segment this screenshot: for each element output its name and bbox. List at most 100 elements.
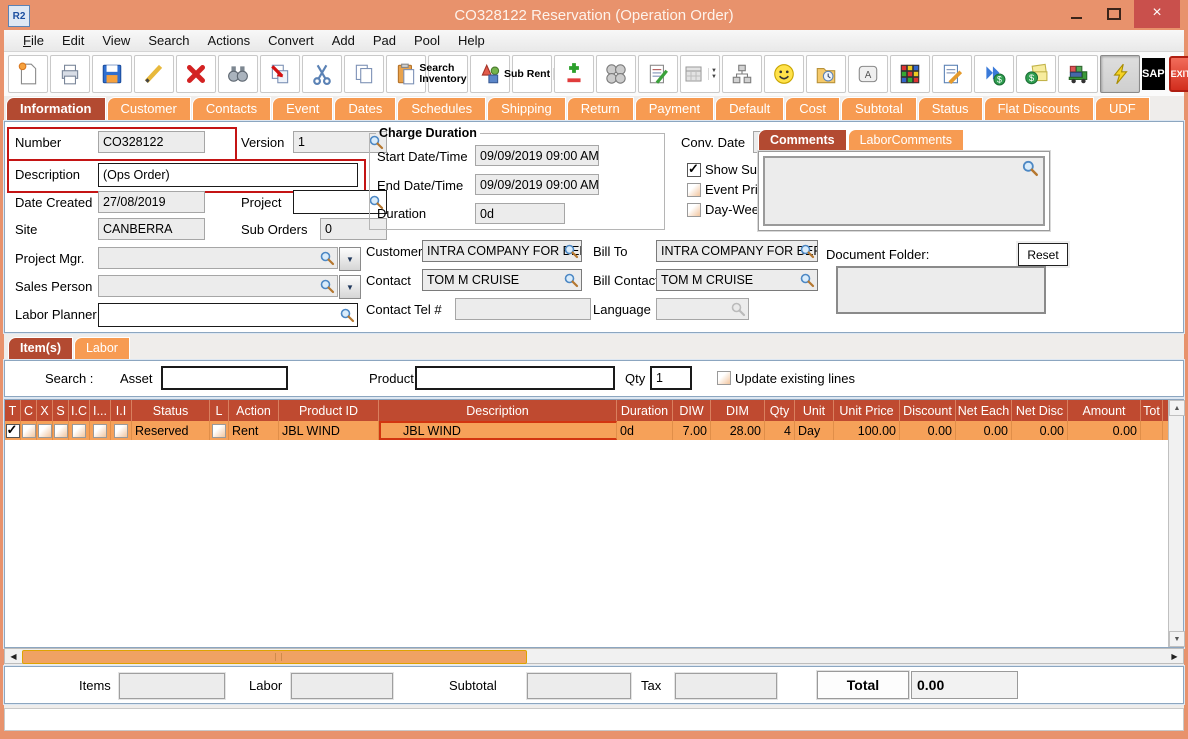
sap-button[interactable]: SAP xyxy=(1142,58,1165,90)
minimize-button[interactable] xyxy=(1060,0,1092,28)
menu-convert[interactable]: Convert xyxy=(259,33,323,48)
tab-items[interactable]: Item(s) xyxy=(8,337,73,360)
total-button[interactable]: Total xyxy=(817,671,909,699)
truck-button[interactable] xyxy=(1058,55,1098,93)
row-ii-checkbox[interactable] xyxy=(114,424,128,438)
tab-customer[interactable]: Customer xyxy=(107,97,191,121)
menu-edit[interactable]: Edit xyxy=(53,33,93,48)
tab-schedules[interactable]: Schedules xyxy=(397,97,486,121)
sub-rent-button[interactable]: Sub Rent xyxy=(512,55,552,93)
scrollbar-thumb[interactable] xyxy=(22,650,527,664)
folder-clock-button[interactable] xyxy=(806,55,846,93)
project-mgr-dropdown[interactable] xyxy=(339,247,361,271)
labor-planner-search-icon[interactable] xyxy=(339,307,355,323)
cut-button[interactable] xyxy=(302,55,342,93)
lightning-button[interactable] xyxy=(1100,55,1140,93)
col-ic[interactable]: I.C xyxy=(69,400,90,421)
bill-to-search-icon[interactable] xyxy=(799,243,815,259)
menu-help[interactable]: Help xyxy=(449,33,494,48)
customer-search-icon[interactable] xyxy=(563,243,579,259)
row-idot-checkbox[interactable] xyxy=(93,424,107,438)
row-description[interactable]: JBL WIND xyxy=(379,421,617,440)
org-chart-button[interactable] xyxy=(722,55,762,93)
dollar-notes-button[interactable]: $ xyxy=(1016,55,1056,93)
tab-status[interactable]: Status xyxy=(918,97,983,121)
col-x[interactable]: X xyxy=(37,400,53,421)
event-pricing-checkbox[interactable] xyxy=(687,183,701,197)
row-t-checkbox[interactable] xyxy=(6,424,20,438)
end-date-field[interactable]: 09/09/2019 09:00 AM xyxy=(475,174,599,195)
menu-pad[interactable]: Pad xyxy=(364,33,405,48)
language-field[interactable] xyxy=(656,298,749,320)
close-button[interactable] xyxy=(1134,0,1180,28)
tab-payment[interactable]: Payment xyxy=(635,97,714,121)
col-tot[interactable]: Tot xyxy=(1141,400,1163,421)
tab-flat-discounts[interactable]: Flat Discounts xyxy=(984,97,1094,121)
sales-person-field[interactable] xyxy=(98,275,338,297)
duration-field[interactable]: 0d xyxy=(475,203,565,224)
exit-button[interactable]: EXIT xyxy=(1169,56,1188,92)
col-diw[interactable]: DIW xyxy=(673,400,711,421)
scroll-left-button[interactable]: ◀ xyxy=(6,650,21,662)
col-status[interactable]: Status xyxy=(132,400,210,421)
bill-contact-search-icon[interactable] xyxy=(799,272,815,288)
col-l[interactable]: L xyxy=(210,400,229,421)
contact-search-icon[interactable] xyxy=(563,272,579,288)
col-net-each[interactable]: Net Each xyxy=(956,400,1012,421)
print-button[interactable] xyxy=(50,55,90,93)
labor-planner-field[interactable] xyxy=(98,303,358,327)
menu-actions[interactable]: Actions xyxy=(199,33,260,48)
reset-button[interactable]: Reset xyxy=(1018,243,1068,266)
qty-input[interactable]: 1 xyxy=(650,366,692,390)
row-c-checkbox[interactable] xyxy=(22,424,36,438)
col-description[interactable]: Description xyxy=(379,400,617,421)
col-ii[interactable]: I.I xyxy=(111,400,132,421)
tab-cost[interactable]: Cost xyxy=(785,97,840,121)
scroll-down-button[interactable]: ▼ xyxy=(1169,631,1185,647)
calendar-button[interactable] xyxy=(680,55,720,93)
keyboard-button[interactable]: A xyxy=(848,55,888,93)
description-field[interactable]: (Ops Order) xyxy=(98,163,358,187)
grid-vertical-scrollbar[interactable]: ▲ ▼ xyxy=(1168,400,1183,647)
tab-event[interactable]: Event xyxy=(272,97,333,121)
product-input[interactable] xyxy=(415,366,615,390)
sales-person-dropdown[interactable] xyxy=(339,275,361,299)
tab-dates[interactable]: Dates xyxy=(334,97,396,121)
calendar-dropdown[interactable] xyxy=(708,68,717,80)
tab-udf[interactable]: UDF xyxy=(1095,97,1150,121)
scroll-right-button[interactable]: ▶ xyxy=(1167,650,1182,662)
row-x-checkbox[interactable] xyxy=(38,424,52,438)
tab-labor-comments[interactable]: LaborComments xyxy=(848,129,964,152)
col-t[interactable]: T xyxy=(5,400,21,421)
tab-information[interactable]: Information xyxy=(6,97,106,121)
grid-row-1[interactable]: Reserved Rent JBL WIND JBL WIND 0d 7.00 … xyxy=(5,421,1169,440)
scroll-up-button[interactable]: ▲ xyxy=(1169,400,1185,416)
spheres-button[interactable] xyxy=(596,55,636,93)
row-ic-checkbox[interactable] xyxy=(72,424,86,438)
tab-contacts[interactable]: Contacts xyxy=(192,97,271,121)
smiley-button[interactable] xyxy=(764,55,804,93)
col-s[interactable]: S xyxy=(53,400,69,421)
document-edit-button[interactable] xyxy=(932,55,972,93)
menu-pool[interactable]: Pool xyxy=(405,33,449,48)
col-idot[interactable]: I... xyxy=(90,400,111,421)
project-mgr-search-icon[interactable] xyxy=(319,250,335,266)
col-net-disc[interactable]: Net Disc xyxy=(1012,400,1068,421)
tab-labor[interactable]: Labor xyxy=(74,337,130,360)
col-dim[interactable]: DIM xyxy=(711,400,765,421)
add-line-button[interactable] xyxy=(554,55,594,93)
document-folder-field[interactable] xyxy=(836,266,1046,314)
project-mgr-field[interactable] xyxy=(98,247,338,269)
start-date-field[interactable]: 09/09/2019 09:00 AM xyxy=(475,145,599,166)
edit-button[interactable] xyxy=(134,55,174,93)
day-week-month-checkbox[interactable] xyxy=(687,203,701,217)
col-product-id[interactable]: Product ID xyxy=(279,400,379,421)
copy-button[interactable] xyxy=(344,55,384,93)
bill-to-field[interactable]: INTRA COMPANY FOR BER xyxy=(656,240,818,262)
col-discount[interactable]: Discount xyxy=(900,400,956,421)
delete-button[interactable] xyxy=(176,55,216,93)
col-action[interactable]: Action xyxy=(229,400,279,421)
transfer-button[interactable] xyxy=(260,55,300,93)
menu-add[interactable]: Add xyxy=(323,33,364,48)
bill-contact-field[interactable]: TOM M CRUISE xyxy=(656,269,818,291)
